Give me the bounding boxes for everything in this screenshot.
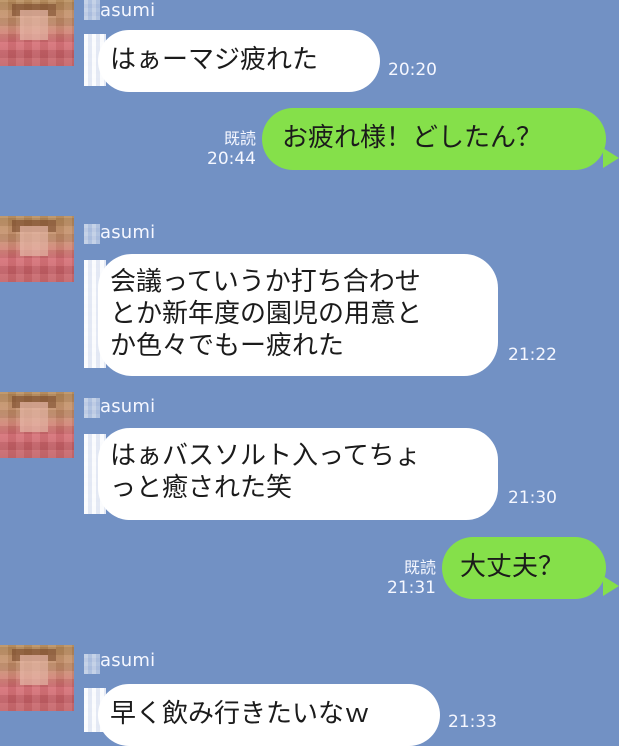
message-time: 21:22 xyxy=(508,345,557,365)
message-bubble-outgoing[interactable]: お疲れ様！どしたん？ xyxy=(262,108,606,170)
read-receipt: 既読 20:44 xyxy=(196,129,256,169)
message-bubble-incoming[interactable]: はぁーマジ疲れた xyxy=(98,30,380,92)
avatar-face xyxy=(20,402,48,432)
avatar[interactable] xyxy=(0,216,74,282)
name-pixelated-fragment xyxy=(84,398,100,418)
sender-name: asumi xyxy=(100,222,156,243)
message-bubble-incoming[interactable]: 会議っていうか打ち合わせ とか新年度の園児の用意と か色々でもー疲れた xyxy=(98,254,498,376)
read-label: 既読 xyxy=(223,129,256,148)
message-bubble-incoming[interactable]: 早く飲み行きたいなｗ xyxy=(98,684,440,746)
avatar-face xyxy=(20,655,48,685)
avatar[interactable] xyxy=(0,645,74,711)
sender-name: asumi xyxy=(100,650,156,671)
avatar-face xyxy=(20,226,48,256)
message-time: 21:33 xyxy=(448,712,497,732)
name-pixelated-fragment xyxy=(84,0,100,20)
avatar-face xyxy=(20,10,48,40)
sender-name: asumi xyxy=(100,0,156,21)
name-pixelated-fragment xyxy=(84,224,100,244)
read-label: 既読 xyxy=(403,558,436,577)
message-bubble-outgoing[interactable]: 大丈夫？ xyxy=(442,537,606,599)
message-time: 20:20 xyxy=(388,60,437,80)
name-pixelated-fragment xyxy=(84,654,100,674)
bubble-tail xyxy=(603,148,619,168)
avatar[interactable] xyxy=(0,0,74,66)
read-receipt: 既読 21:31 xyxy=(376,558,436,598)
message-time: 21:31 xyxy=(387,578,436,598)
bubble-tail xyxy=(603,576,619,596)
message-time: 20:44 xyxy=(207,149,256,169)
message-bubble-incoming[interactable]: はぁバスソルト入ってちょ っと癒された笑 xyxy=(98,428,498,520)
sender-name: asumi xyxy=(100,396,156,417)
avatar[interactable] xyxy=(0,392,74,458)
message-time: 21:30 xyxy=(508,488,557,508)
